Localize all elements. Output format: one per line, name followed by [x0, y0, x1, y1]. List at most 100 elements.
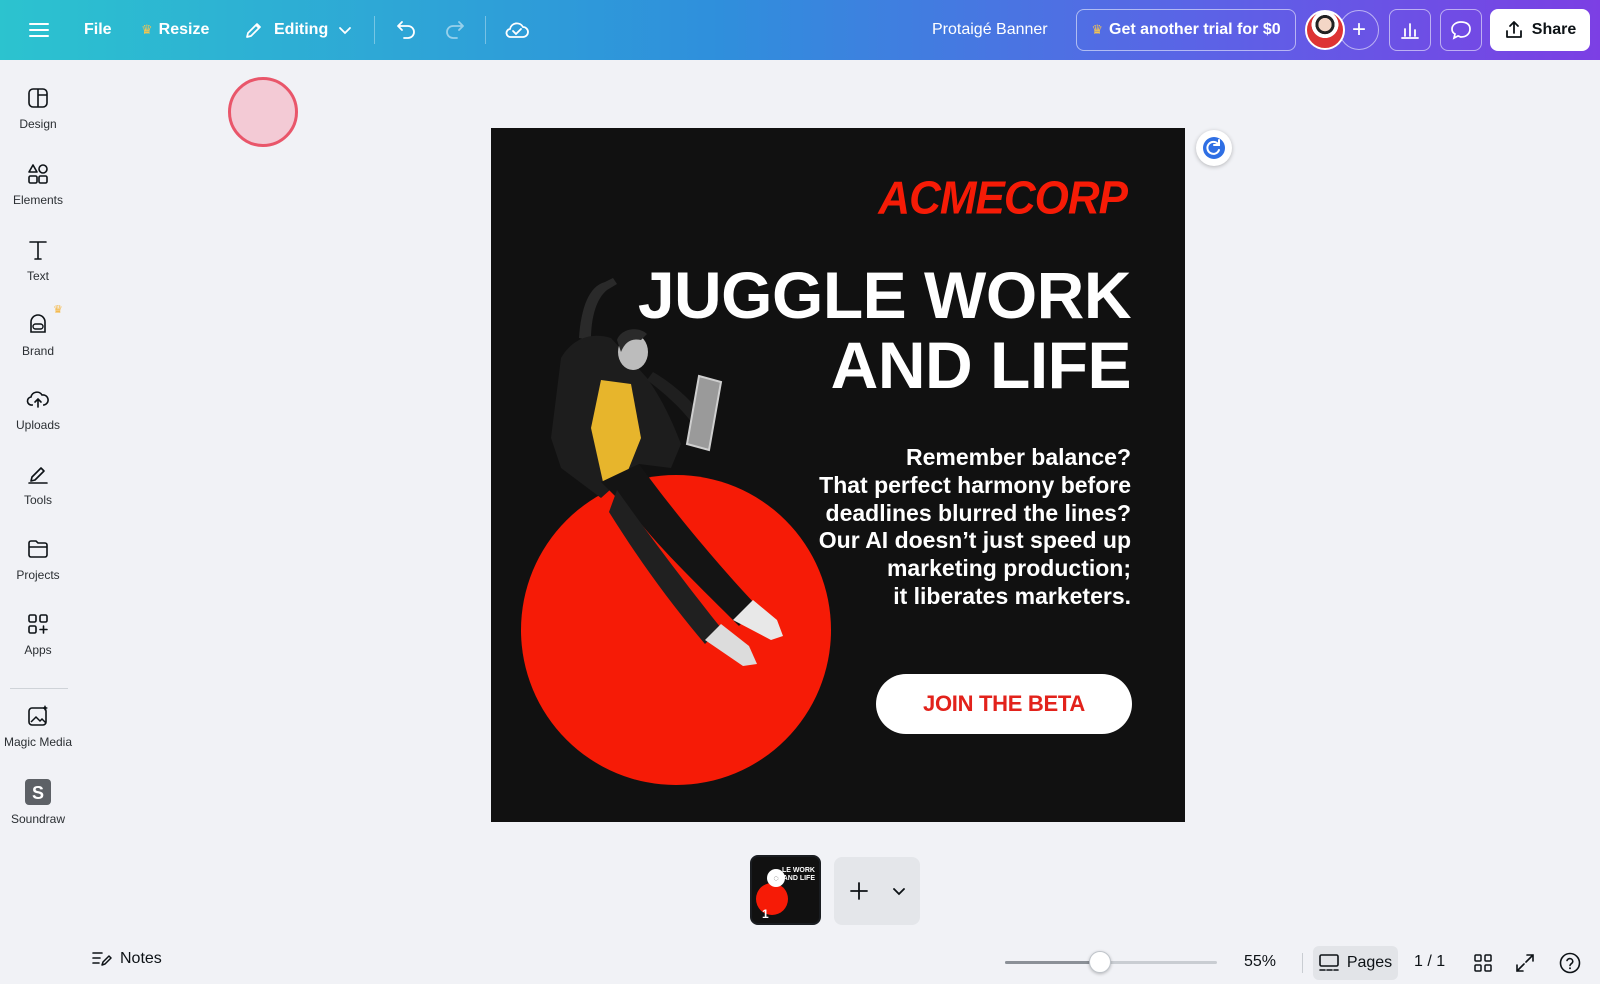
- grid-view-button[interactable]: [1470, 950, 1496, 976]
- pages-button[interactable]: Pages: [1313, 946, 1398, 980]
- help-button[interactable]: [1557, 950, 1583, 976]
- editing-mode-dropdown[interactable]: Editing: [244, 12, 352, 48]
- body-line: That perfect harmony before: [819, 471, 1131, 498]
- toolbar-divider: [374, 16, 375, 44]
- sidebar-item-label: Elements: [12, 193, 64, 207]
- page-count: 1 / 1: [1414, 953, 1446, 970]
- magic-assistant-button[interactable]: [1196, 130, 1232, 166]
- share-button[interactable]: Share: [1490, 9, 1590, 51]
- file-menu-button[interactable]: File: [84, 12, 112, 48]
- add-page-button[interactable]: [834, 857, 884, 925]
- headline-line: JUGGLE WORK: [637, 258, 1132, 332]
- undo-icon: [397, 21, 415, 39]
- soundraw-icon: S: [25, 779, 51, 805]
- notes-icon: [92, 952, 112, 966]
- acmecorp-logo[interactable]: ACMECORP: [878, 173, 1128, 226]
- body-line: marketing production;: [886, 555, 1131, 582]
- sidebar-item-brand[interactable]: ♛ Brand: [0, 304, 76, 379]
- top-toolbar: File ♛ Resize Editing Protaigé Banner ♛ …: [0, 0, 1600, 60]
- pencil-icon: [246, 23, 261, 38]
- comment-icon: ◌: [767, 869, 785, 887]
- trial-button[interactable]: ♛ Get another trial for $0: [1076, 9, 1296, 51]
- sidebar-item-tools[interactable]: Tools: [0, 458, 76, 528]
- grid-icon: [1474, 954, 1492, 972]
- zoom-level[interactable]: 55%: [1244, 953, 1276, 971]
- zoom-slider-fill: [1005, 961, 1100, 964]
- projects-icon: [28, 540, 48, 558]
- avatar[interactable]: [1305, 10, 1345, 50]
- sidebar-item-label: Apps: [24, 643, 52, 657]
- sidebar-divider: [10, 688, 68, 689]
- plus-icon: +: [1351, 16, 1366, 43]
- refresh-spark-icon: [1203, 137, 1225, 159]
- svg-text:S: S: [32, 783, 44, 803]
- thumb-headline-line: AND LIFE: [782, 875, 815, 882]
- brand-icon: [30, 314, 46, 333]
- page-thumbnail[interactable]: LE WORK AND LIFE ◌ 1: [750, 855, 821, 925]
- document-title-text: Protaigé Banner: [932, 21, 1048, 38]
- cta-label: JOIN THE BETA: [923, 691, 1085, 716]
- plus-icon: [850, 882, 868, 900]
- sidebar-item-projects[interactable]: Projects: [0, 533, 76, 603]
- insights-button[interactable]: [1389, 9, 1431, 51]
- thumb-red-circle: [756, 883, 788, 915]
- fullscreen-button[interactable]: [1512, 950, 1538, 976]
- design-icon: [28, 88, 48, 108]
- save-status-button[interactable]: [502, 12, 532, 48]
- invite-button[interactable]: +: [1339, 10, 1379, 50]
- headline-text[interactable]: JUGGLE WORK AND LIFE: [637, 258, 1132, 400]
- sidebar-item-magic-media[interactable]: Magic Media: [0, 700, 76, 770]
- body-copy-text[interactable]: Remember balance? That perfect harmony b…: [819, 444, 1131, 611]
- sidebar-item-label: Soundraw: [10, 812, 66, 826]
- body-line: Remember balance?: [906, 444, 1131, 470]
- notes-button[interactable]: Notes: [92, 950, 162, 968]
- zoom-slider-handle[interactable]: [1089, 951, 1111, 973]
- sidebar-item-label: Projects: [16, 568, 60, 582]
- hamburger-icon: [29, 23, 49, 37]
- join-beta-button[interactable]: JOIN THE BETA: [876, 674, 1132, 734]
- sidebar-item-apps[interactable]: Apps: [0, 608, 76, 678]
- share-label: Share: [1531, 21, 1577, 38]
- chevron-down-icon: [339, 27, 352, 35]
- sidebar-item-label: Text: [26, 269, 49, 283]
- resize-button[interactable]: ♛ Resize: [141, 12, 209, 48]
- redo-icon: [446, 21, 464, 39]
- sidebar-item-label: Design: [19, 117, 57, 131]
- elements-icon: [28, 164, 48, 184]
- left-sidebar: Design Elements Text ♛ Brand Uploads Too…: [0, 60, 76, 984]
- expand-icon: [1516, 954, 1534, 972]
- pages-label: Pages: [1346, 954, 1393, 971]
- notes-label: Notes: [120, 950, 162, 967]
- chevron-down-icon: [893, 888, 905, 896]
- cloud-check-icon: [505, 22, 529, 38]
- share-icon: [1505, 21, 1522, 38]
- comments-button[interactable]: [1440, 9, 1482, 51]
- resize-label: Resize: [158, 21, 210, 38]
- bottombar-divider: [1302, 953, 1303, 973]
- crown-icon: ♛: [1091, 22, 1104, 37]
- sidebar-item-label: Brand: [21, 344, 55, 358]
- sidebar-item-soundraw[interactable]: S Soundraw: [0, 775, 76, 845]
- sidebar-item-elements[interactable]: Elements: [0, 158, 76, 228]
- sidebar-item-uploads[interactable]: Uploads: [0, 383, 76, 453]
- main-menu-button[interactable]: [24, 12, 54, 48]
- add-page-options-button[interactable]: [884, 857, 914, 925]
- text-icon: [29, 241, 47, 260]
- uploads-icon: [26, 391, 49, 408]
- help-icon: [1559, 952, 1581, 974]
- zoom-slider-track[interactable]: [1005, 961, 1217, 964]
- crown-icon: ♛: [141, 22, 153, 37]
- redo-button[interactable]: [441, 12, 469, 48]
- sidebar-item-design[interactable]: Design: [0, 82, 76, 152]
- body-line: deadlines blurred the lines?: [825, 499, 1131, 526]
- cursor-indicator: [228, 77, 298, 147]
- pages-icon: [1319, 954, 1339, 971]
- design-artboard[interactable]: ACMECORP JUGGLE WORK AND LIFE Remember b…: [491, 128, 1185, 822]
- undo-button[interactable]: [392, 12, 420, 48]
- file-label: File: [84, 21, 112, 38]
- document-title[interactable]: Protaigé Banner: [932, 12, 1048, 48]
- apps-icon: [28, 614, 48, 634]
- page-number: 1: [762, 907, 769, 921]
- body-line: Our AI doesn’t just speed up: [818, 527, 1131, 554]
- sidebar-item-text[interactable]: Text: [0, 234, 76, 304]
